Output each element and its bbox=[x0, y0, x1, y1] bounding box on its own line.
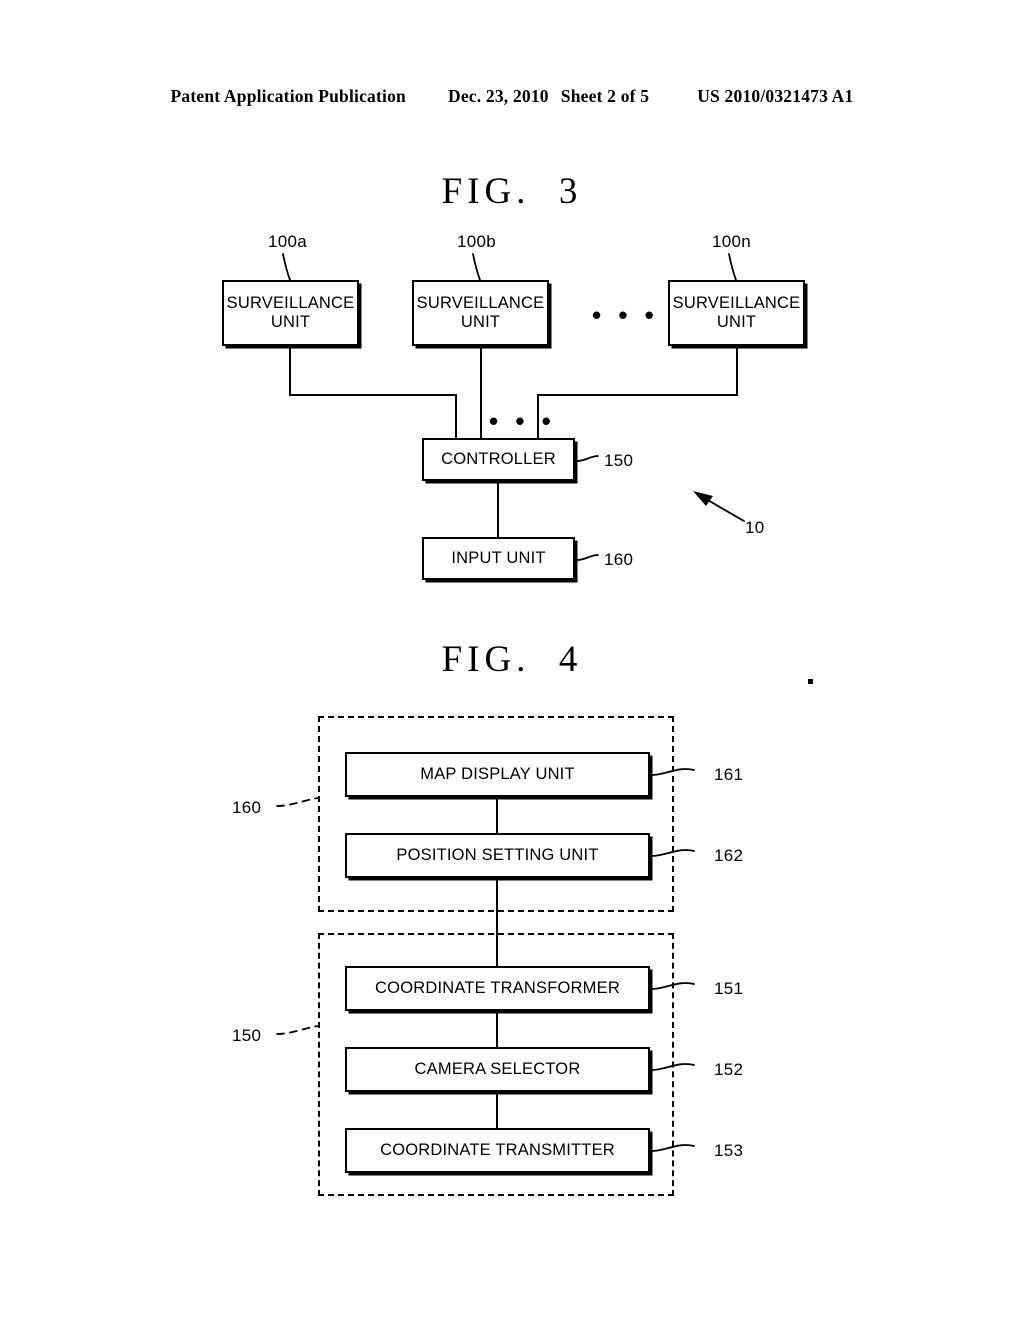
surveillance-unit-n-line2: UNIT bbox=[716, 313, 757, 331]
figure-3-title: FIG. 3 bbox=[441, 171, 583, 212]
scan-speck-artifact bbox=[808, 679, 813, 684]
figure-4-title: FIG. 4 bbox=[441, 639, 583, 680]
patent-drawing-sheet: Patent Application Publication Dec. 23, … bbox=[0, 0, 1024, 1320]
leader-group-160 bbox=[276, 797, 319, 807]
header-date: Dec. 23, 2010 bbox=[447, 86, 549, 106]
surveillance-unit-b-line2: UNIT bbox=[460, 313, 501, 331]
surveillance-units-ellipsis: • • • bbox=[592, 300, 659, 330]
system-arrow-shaft bbox=[698, 494, 745, 522]
surveillance-unit-a-line2: UNIT bbox=[270, 313, 311, 331]
leader-100b bbox=[472, 253, 481, 281]
connector-161-to-162 bbox=[496, 797, 498, 833]
input-unit-label: INPUT UNIT bbox=[451, 548, 546, 567]
ref-label-162: 162 bbox=[714, 846, 744, 865]
surveillance-unit-b: SURVEILLANCE UNIT bbox=[412, 280, 549, 346]
map-display-unit-label: MAP DISPLAY UNIT bbox=[420, 764, 575, 783]
ref-label-152: 152 bbox=[714, 1060, 744, 1079]
connector-unit-a-into-controller bbox=[455, 394, 457, 439]
ref-label-100n: 100n bbox=[712, 232, 752, 251]
coordinate-transformer-label: COORDINATE TRANSFORMER bbox=[375, 978, 620, 997]
connector-unit-b-drop bbox=[480, 346, 482, 439]
connector-unit-a-run bbox=[289, 394, 457, 396]
header-sheet: Sheet 2 of 5 bbox=[560, 86, 650, 106]
controller-inputs-ellipsis: • • • bbox=[489, 406, 556, 436]
coordinate-transmitter-label: COORDINATE TRANSMITTER bbox=[380, 1140, 615, 1159]
ref-label-group-150: 150 bbox=[232, 1026, 262, 1045]
coordinate-transmitter-block: COORDINATE TRANSMITTER bbox=[345, 1128, 650, 1173]
connector-unit-n-drop bbox=[736, 346, 738, 396]
leader-150-fig3 bbox=[576, 455, 599, 462]
page-header: Patent Application Publication Dec. 23, … bbox=[0, 86, 1024, 107]
surveillance-unit-a-line1: SURVEILLANCE bbox=[226, 293, 355, 312]
ref-label-system-10: 10 bbox=[745, 518, 765, 537]
ref-label-input-unit-160: 160 bbox=[604, 550, 634, 569]
ref-label-151: 151 bbox=[714, 979, 744, 998]
input-unit-block: INPUT UNIT bbox=[422, 537, 575, 580]
surveillance-unit-a: SURVEILLANCE UNIT bbox=[222, 280, 359, 346]
coordinate-transformer-block: COORDINATE TRANSFORMER bbox=[345, 966, 650, 1011]
ref-label-group-160: 160 bbox=[232, 798, 262, 817]
ref-label-100b: 100b bbox=[457, 232, 497, 251]
system-arrow-head bbox=[693, 491, 713, 506]
connector-unit-n-run bbox=[537, 394, 738, 396]
connector-151-to-152 bbox=[496, 1011, 498, 1047]
position-setting-unit-label: POSITION SETTING UNIT bbox=[396, 845, 599, 864]
header-publication: Patent Application Publication bbox=[170, 86, 406, 106]
connector-unit-n-into-controller bbox=[537, 394, 539, 439]
ref-label-153: 153 bbox=[714, 1141, 744, 1160]
surveillance-unit-n: SURVEILLANCE UNIT bbox=[668, 280, 805, 346]
controller-block: CONTROLLER bbox=[422, 438, 575, 481]
ref-label-controller-150: 150 bbox=[604, 451, 634, 470]
surveillance-unit-b-line1: SURVEILLANCE bbox=[416, 293, 545, 312]
leader-100a bbox=[282, 253, 291, 281]
position-setting-unit-block: POSITION SETTING UNIT bbox=[345, 833, 650, 878]
connector-unit-a-drop bbox=[289, 346, 291, 396]
leader-100n bbox=[728, 253, 737, 281]
leader-group-150 bbox=[276, 1025, 319, 1035]
connector-controller-to-input bbox=[497, 481, 499, 537]
camera-selector-label: CAMERA SELECTOR bbox=[414, 1059, 581, 1078]
leader-160-fig3 bbox=[576, 554, 599, 561]
controller-label: CONTROLLER bbox=[441, 449, 556, 468]
header-patent-number: US 2010/0321473 A1 bbox=[697, 86, 854, 106]
ref-label-161: 161 bbox=[714, 765, 744, 784]
map-display-unit-block: MAP DISPLAY UNIT bbox=[345, 752, 650, 797]
connector-152-to-153 bbox=[496, 1092, 498, 1128]
ref-label-100a: 100a bbox=[268, 232, 308, 251]
surveillance-unit-n-line1: SURVEILLANCE bbox=[672, 293, 801, 312]
camera-selector-block: CAMERA SELECTOR bbox=[345, 1047, 650, 1092]
